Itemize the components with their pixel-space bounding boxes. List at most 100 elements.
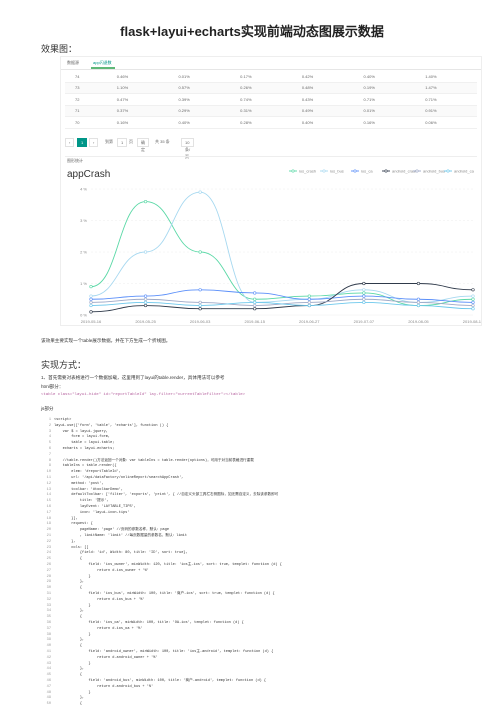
code-text: tableIns = table.render({ [54,464,117,469]
data-point [471,300,475,304]
code-text: } [54,661,91,666]
code-text: toolbar: '#toolbarDemo', [54,487,124,492]
table-cell: 71 [65,105,107,117]
table-cell: 73 [65,82,107,94]
code-text: cols: [[ [54,545,89,550]
data-point [471,288,475,292]
code-text: elem: '#reportTableId', [54,470,121,475]
table-cell: 0.43% [291,93,354,106]
x-tick-label: 2019-05-25 [135,319,156,324]
js-label: js部分 [41,406,54,411]
data-point [362,291,366,295]
next-page-button[interactable]: › [89,138,99,147]
code-text: { [54,615,83,620]
x-tick-label: 2019-06-15 [244,319,265,324]
y-tick-label: 2 % [80,250,87,255]
code-text: }, [54,539,76,544]
page-unit: 页 [129,139,133,144]
code-text: icon: 'layui-icon-tips' [54,510,130,515]
data-point [416,281,421,286]
data-point [362,300,366,304]
code-text: }, [54,580,85,585]
table-cell: 0.49% [291,105,354,117]
step-text: 1、首先需要对表格进行一个数据加载，这里用到了layui的table.rende… [41,375,225,380]
table-cell: 0.01% [168,71,231,83]
tab-bar: 数据源 app闪退数 [61,57,481,70]
table-cell: 0.16% [353,116,416,129]
code-text: } [54,603,91,608]
code-text: pageName: 'page' //页码的参数名称，默认：page [54,528,170,533]
table-row[interactable]: 73 1.10% 0.57% 0.26% 0.48% 0.19% 1.47% [65,82,477,94]
table-row[interactable]: 74 0.46% 0.01% 0.17% 0.42% 0.40% 1.40% [65,71,477,83]
table-row[interactable]: 72 0.47% 0.39% 0.74% 0.43% 0.71% 0.71% [65,93,477,106]
code-text: { [54,557,83,562]
code-text: { [54,586,83,591]
data-point [471,303,475,308]
code-text: } [54,574,91,579]
code-text: return d.android_bus + '%' [54,684,154,689]
code-text: title: '提示', [54,499,109,504]
code-text: }, [54,638,85,643]
code-text: defaultToolbar: ['filter', 'exports', 'p… [54,493,279,498]
code-text: }, [54,667,85,672]
series-line-ios_crash [90,201,474,307]
code-text: layui.use(['form', 'table', 'echarts'], … [54,423,169,428]
js-code-block: 1 <script> 2 layui.use(['form', 'table', 'e… [41,418,461,713]
x-tick-label: 2019-06-03 [190,319,211,324]
page-button[interactable]: 1 [77,138,88,147]
code-text: <script> [54,418,72,422]
data-point [143,294,148,298]
code-text: field: 'ios_bus', minWidth: 100, title: … [54,592,275,596]
page-input[interactable]: 1 [117,138,128,147]
table-cell: 74 [65,71,107,83]
html-label: html部分： [41,384,64,389]
per-page-select[interactable]: 10 条/页 [181,138,195,159]
data-point [89,303,93,308]
line-number: 50 [46,702,51,707]
tab-datasource[interactable]: 数据源 [67,60,79,66]
x-tick-label: 2019-07-07 [354,319,375,324]
code-line: 50 { [41,702,82,708]
data-point [198,250,202,254]
data-point [89,285,93,289]
table-cell: 0.31% [230,105,292,117]
table-cell: 1.40% [415,71,477,83]
code-text: field: 'android_bus', minWidth: 100, tit… [54,679,267,683]
confirm-button[interactable]: 确定 [137,138,149,152]
data-point [89,300,93,304]
data-point [471,294,475,298]
data-point [143,303,148,308]
legend-marker [353,169,357,173]
code-text: , limitName: 'limit' //每页数据量的参数名，默认：limi… [54,534,187,538]
data-point [253,307,257,311]
code-text: return d.ios_oa + '%' [54,626,143,631]
legend-item: ios_bus [330,169,344,174]
legend-item: ios_ca [361,169,373,174]
table-cell: 0.01% [353,105,416,117]
tab-app-crash[interactable]: app闪退数 [93,60,112,66]
code-text: method: 'post', [54,481,104,486]
table-cell: 0.74% [230,93,292,106]
x-tick-label: 2019-06-27 [299,319,320,324]
effect-heading: 效果图： [41,44,78,54]
code-text: { [54,702,83,707]
data-point [307,297,311,301]
table-cell: 0.46% [106,71,169,83]
data-point [143,199,148,204]
table-row[interactable]: 71 0.37% 0.29% 0.31% 0.49% 0.01% 0.91% [65,105,477,117]
code-text: var $ = layui.jquery, [54,429,108,434]
data-point [362,294,366,298]
table-cell: 0.29% [168,105,231,117]
prev-page-button[interactable]: ‹ [65,138,75,147]
y-tick-label: 0 % [80,313,87,318]
table-cell: 0.48% [291,82,354,94]
data-point [253,300,257,304]
data-point [198,307,202,311]
y-tick-label: 4 % [80,187,87,192]
table-cell: 0.19% [353,82,416,94]
table-row[interactable]: 70 0.16% 0.40% 0.28% 0.40% 0.16% 0.06% [65,116,477,129]
total-count: 共 35 条 [155,139,170,144]
data-table: 74 0.46% 0.01% 0.17% 0.42% 0.40% 1.40% 73 1.10% 0… [65,71,477,129]
data-point [253,297,257,301]
legend-marker [291,169,295,173]
